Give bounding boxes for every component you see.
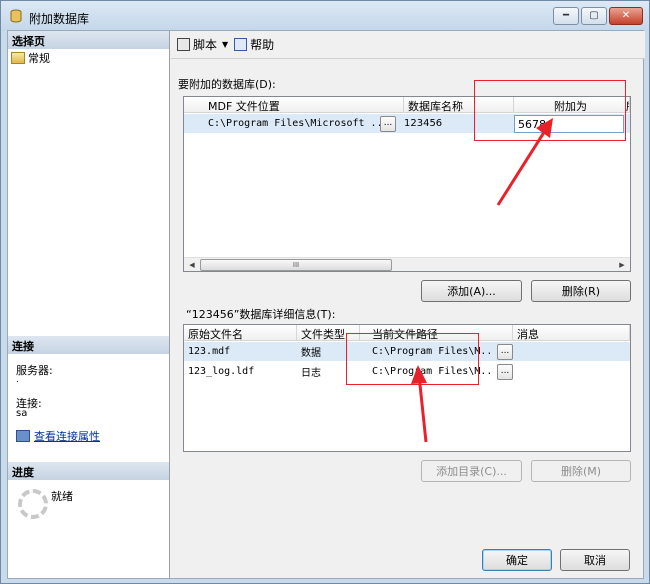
db-name-cell: 123456 [404,118,443,129]
table-row[interactable]: 123.mdf 数据 C:\Program Files\M... ... [184,342,630,361]
dialog-client-area: 选择页 常规 连接 服务器: . 连接: sa 查看连接属性 进度 就绪 脚本 … [7,30,645,579]
col-mdf-location[interactable]: MDF 文件位置 [184,97,404,113]
help-icon [234,38,248,51]
attach-grid-header: MDF 文件位置 数据库名称 附加为 所 [184,97,630,113]
ok-button[interactable]: 确定 [482,549,552,571]
scroll-thumb[interactable]: III [200,259,392,271]
attach-databases-label: 要附加的数据库(D): [178,78,276,91]
current-path-cell: C:\Program Files\M... [372,346,493,357]
script-label: 脚本 [193,38,218,52]
script-icon [177,38,190,51]
table-row[interactable]: 123_log.ldf 日志 C:\Program Files\M... ... [184,362,630,381]
nav-item-general[interactable]: 常规 [11,50,50,66]
file-type-cell: 数据 [301,348,321,359]
col-owner[interactable]: 所 [626,97,630,113]
col-message[interactable]: 消息 [513,325,630,341]
original-file-cell: 123_log.ldf [188,366,255,377]
current-path-cell: C:\Program Files\M... [372,366,493,377]
add-catalog-button[interactable]: 添加目录(C)... [421,460,522,482]
attach-databases-grid: MDF 文件位置 数据库名称 附加为 所 C:\Program Files\Mi… [183,96,631,272]
progress-spinner-icon [18,489,48,519]
col-db-name[interactable]: 数据库名称 [404,97,514,113]
connection-value: sa [16,408,28,419]
database-icon [10,9,22,23]
remove-detail-button[interactable]: 删除(M) [531,460,631,482]
toolbar: 脚本 ▼ 帮助 [171,31,645,59]
server-label: 服务器: [16,364,53,377]
cancel-button[interactable]: 取消 [560,549,630,571]
col-attach-as[interactable]: 附加为 [514,97,626,113]
progress-header: 进度 [8,462,169,480]
database-details-label: “123456”数据库详细信息(T): [186,308,336,321]
col-current-path[interactable]: 当前文件路径 [360,325,513,341]
page-icon [11,52,25,64]
chevron-down-icon[interactable]: ▼ [222,40,228,49]
attach-as-input[interactable] [514,115,624,133]
minimize-button[interactable]: ━ [553,7,579,25]
minimize-icon: ━ [562,10,570,21]
attach-database-window: 附加数据库 ━ ▢ ✕ 选择页 常规 连接 服务器: . 连接: sa 查看连接… [0,0,650,584]
attach-grid-hscrollbar[interactable]: ◀ III ▶ [184,257,630,271]
mdf-location-cell: C:\Program Files\Microsoft ... [208,118,380,129]
window-title: 附加数据库 [29,12,90,26]
original-file-cell: 123.mdf [188,346,231,357]
server-value: . [16,375,19,385]
select-page-header: 选择页 [8,31,169,49]
progress-status: 就绪 [51,490,73,503]
maximize-icon: ▢ [589,10,599,21]
browse-path-button[interactable]: ... [497,343,513,360]
scroll-left-icon[interactable]: ◀ [186,259,198,271]
file-type-cell: 日志 [301,368,321,379]
col-original-file[interactable]: 原始文件名 [184,325,297,341]
add-button[interactable]: 添加(A)... [421,280,522,302]
title-bar[interactable]: 附加数据库 ━ ▢ ✕ [1,1,649,31]
browse-mdf-button[interactable]: ... [380,115,396,132]
view-connection-properties-link[interactable]: 查看连接属性 [16,428,100,444]
help-label: 帮助 [250,38,275,52]
scroll-right-icon[interactable]: ▶ [616,259,628,271]
connection-header: 连接 [8,336,169,354]
remove-button[interactable]: 删除(R) [531,280,631,302]
col-file-type[interactable]: 文件类型 [297,325,360,341]
maximize-button[interactable]: ▢ [581,7,607,25]
script-button[interactable]: 脚本 ▼ [177,36,228,53]
nav-item-label: 常规 [28,52,50,65]
close-button[interactable]: ✕ [609,7,643,25]
properties-icon [16,430,30,442]
view-connection-properties-label: 查看连接属性 [34,430,100,443]
details-grid-header: 原始文件名 文件类型 当前文件路径 消息 [184,325,630,341]
close-icon: ✕ [621,10,631,21]
browse-path-button[interactable]: ... [497,363,513,380]
left-pane: 选择页 常规 连接 服务器: . 连接: sa 查看连接属性 进度 就绪 [8,31,170,578]
help-button[interactable]: 帮助 [234,36,274,53]
database-details-grid: 原始文件名 文件类型 当前文件路径 消息 123.mdf 数据 C:\Progr… [183,324,631,452]
